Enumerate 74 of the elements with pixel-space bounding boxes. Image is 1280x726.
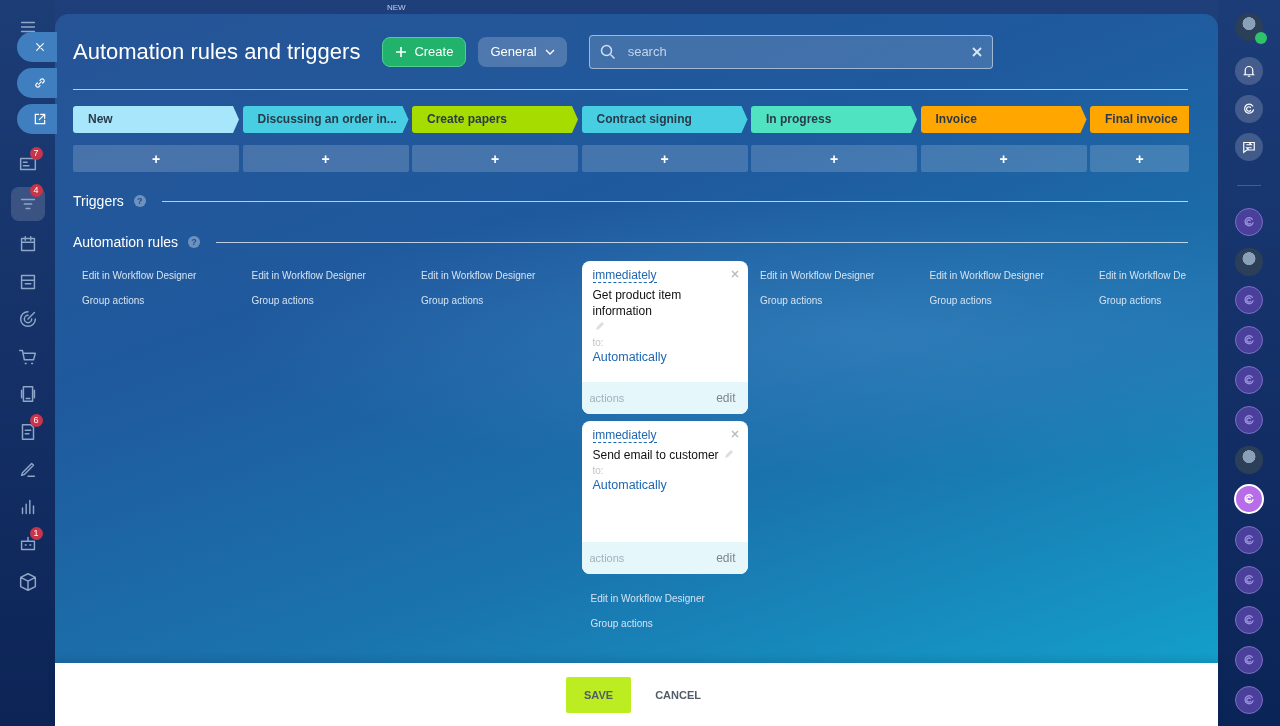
general-dropdown[interactable]: General — [478, 36, 567, 67]
stage-tab[interactable]: In progress — [751, 106, 917, 133]
column-link[interactable]: Group actions — [929, 295, 1087, 306]
sidebar-item[interactable]: 7 — [10, 149, 45, 179]
search-box[interactable]: search — [588, 34, 993, 69]
delay-link[interactable]: immediately — [592, 268, 657, 283]
column-link[interactable]: Group actions — [590, 618, 748, 629]
section-title: Triggers — [73, 193, 124, 209]
add-rule-button[interactable]: + — [920, 145, 1087, 172]
delay-link[interactable]: immediately — [592, 428, 657, 443]
stage-tab[interactable]: Create papers — [412, 106, 578, 133]
chat-avatar[interactable] — [1235, 446, 1263, 474]
close-button[interactable] — [17, 32, 57, 62]
column-link[interactable]: Edit in Workflow Designer — [82, 270, 239, 281]
sidebar-item[interactable]: 1 — [10, 529, 45, 559]
to-label: to: — [592, 465, 604, 476]
column-link[interactable]: Group actions — [421, 295, 578, 306]
column-link[interactable]: Group actions — [760, 295, 917, 306]
plus-icon — [395, 45, 408, 58]
page-title: Automation rules and triggers — [73, 38, 361, 65]
new-label: NEW — [387, 3, 406, 12]
cancel-button[interactable]: CANCEL — [649, 687, 707, 702]
chat-avatar[interactable] — [1235, 248, 1263, 276]
column-link[interactable]: Edit in Workflow Designer — [251, 270, 409, 281]
search-field[interactable]: search — [625, 43, 962, 60]
counter-badge: 6 — [29, 414, 43, 427]
stage-tab[interactable]: Discussing an order in... — [242, 106, 409, 133]
create-button[interactable]: Create — [382, 36, 467, 67]
link-icon — [32, 75, 48, 91]
stage-tab[interactable]: Final invoice — [1090, 106, 1189, 133]
column-link[interactable]: Edit in Workflow Designer — [760, 270, 917, 281]
section-title: Automation rules — [73, 234, 179, 250]
external-button[interactable] — [17, 104, 57, 134]
actions-label: actions — [589, 552, 625, 564]
rule-title: Get product item information — [592, 287, 683, 319]
search-icon — [599, 43, 616, 60]
help-icon[interactable]: ? — [133, 195, 146, 207]
clear-icon[interactable] — [971, 46, 982, 57]
link-button[interactable] — [17, 68, 57, 98]
actions-label: actions — [589, 392, 625, 404]
add-rule-button[interactable]: + — [73, 145, 239, 172]
column-link[interactable]: Edit in Workflow Designer — [421, 270, 578, 281]
edit-link[interactable]: edit — [716, 391, 736, 405]
column-link[interactable]: Edit in Workflow Designer — [590, 593, 748, 604]
column-link[interactable]: Group actions — [1099, 295, 1189, 306]
column-link[interactable]: Group actions — [251, 295, 409, 306]
save-button[interactable]: SAVE — [566, 676, 632, 713]
sidebar-item[interactable]: 4 — [10, 187, 45, 221]
rule-title: Send email to customer — [592, 447, 719, 463]
bell-icon[interactable] — [1235, 57, 1263, 85]
spiral-icon[interactable] — [1235, 95, 1263, 123]
edit-link[interactable]: edit — [716, 551, 736, 565]
column-link[interactable]: Edit in Workflow De — [1099, 270, 1189, 281]
sidebar-item[interactable]: 6 — [10, 417, 45, 446]
add-rule-button[interactable]: + — [1090, 145, 1189, 172]
recipient-link[interactable]: Automatically — [592, 350, 667, 364]
counter-badge: 1 — [29, 526, 43, 540]
stage-tab[interactable]: Contract signing — [581, 106, 748, 133]
chat-swap-icon[interactable] — [1235, 133, 1263, 161]
external-link-icon — [32, 111, 48, 127]
stage-tab[interactable]: New — [73, 106, 239, 133]
column-link[interactable]: Group actions — [82, 295, 239, 306]
add-rule-button[interactable]: + — [581, 145, 748, 172]
stage-tab[interactable]: Invoice — [920, 106, 1087, 133]
add-rule-button[interactable]: + — [242, 145, 409, 172]
to-label: to: — [592, 337, 604, 348]
column-link[interactable]: Edit in Workflow Designer — [929, 270, 1087, 281]
help-icon[interactable]: ? — [188, 236, 201, 248]
add-rule-button[interactable]: + — [412, 145, 578, 172]
recipient-link[interactable]: Automatically — [592, 478, 667, 492]
counter-badge: 7 — [29, 146, 43, 160]
counter-badge: 4 — [29, 184, 43, 197]
chevron-down-icon — [544, 48, 555, 55]
add-rule-button[interactable]: + — [751, 145, 917, 172]
